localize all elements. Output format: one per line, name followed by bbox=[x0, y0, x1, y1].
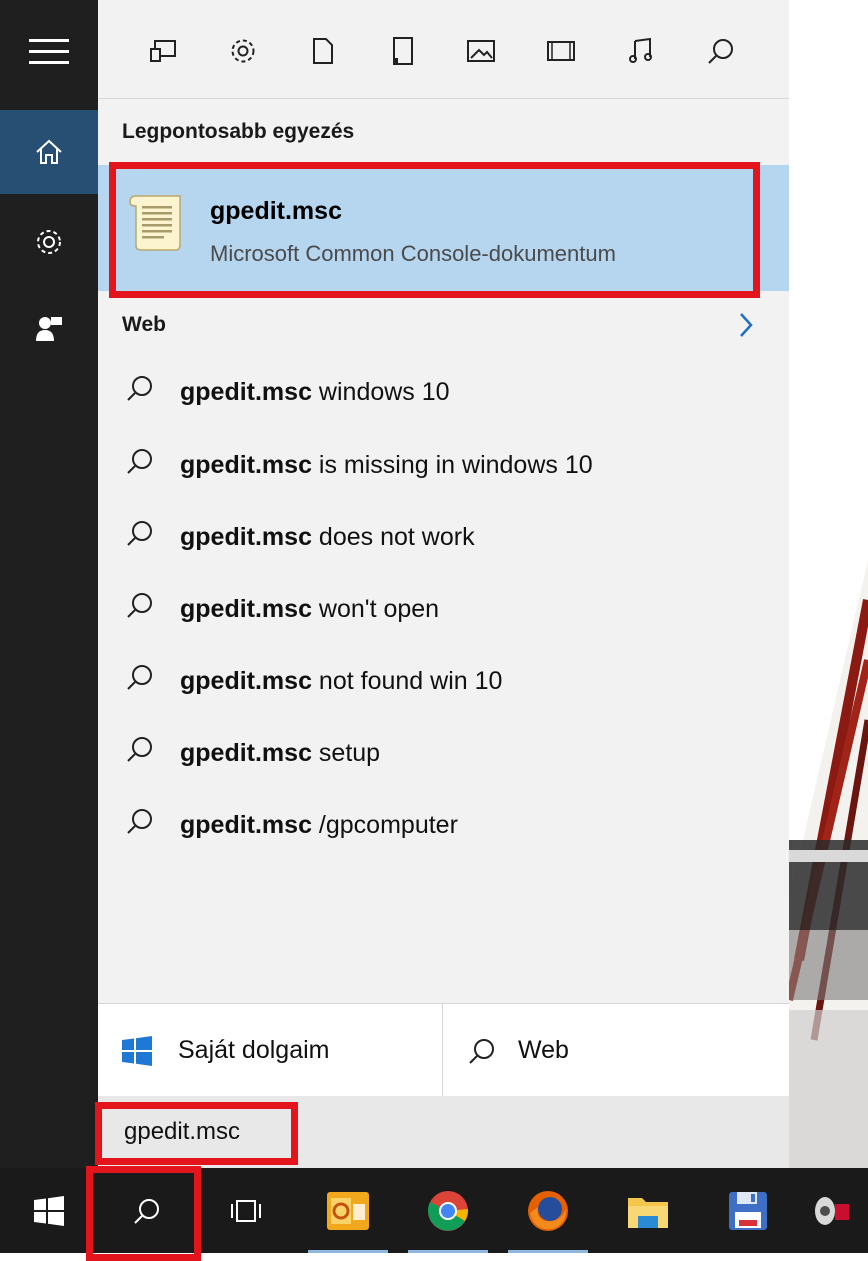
outlook-taskbar-button[interactable] bbox=[298, 1168, 398, 1253]
folders-filter-button[interactable] bbox=[386, 34, 420, 68]
search-icon bbox=[469, 1038, 494, 1064]
web-suggestion[interactable]: gpedit.msc not found win 10 bbox=[98, 645, 789, 717]
scope-bar: Saját dolgaim Web bbox=[98, 1003, 789, 1097]
search-input-value: gpedit.msc bbox=[124, 1118, 241, 1145]
app-icon bbox=[815, 1196, 849, 1225]
web-suggestion[interactable]: gpedit.msc does not work bbox=[98, 501, 789, 573]
photos-filter-button[interactable] bbox=[464, 34, 498, 68]
search-icon bbox=[134, 1198, 159, 1224]
best-match-item[interactable]: gpedit.msc Microsoft Common Console-doku… bbox=[98, 165, 789, 291]
floppy-disk-icon bbox=[729, 1191, 767, 1230]
settings-filter-button[interactable] bbox=[226, 34, 260, 68]
hamburger-icon bbox=[29, 39, 69, 64]
web-suggestion[interactable]: gpedit.msc windows 10 bbox=[98, 356, 789, 428]
windows-logo-icon bbox=[122, 1035, 152, 1066]
web-suggestion[interactable]: gpedit.msc is missing in windows 10 bbox=[98, 429, 789, 501]
scope-divider bbox=[442, 1004, 443, 1097]
folder-icon bbox=[393, 37, 413, 65]
web-suggestion[interactable]: gpedit.msc setup bbox=[98, 717, 789, 789]
desktop-wallpaper bbox=[789, 0, 868, 1168]
music-icon bbox=[629, 37, 652, 63]
search-icon bbox=[127, 449, 152, 474]
my-stuff-button[interactable]: Saját dolgaim bbox=[122, 1004, 442, 1097]
save-app-taskbar-button[interactable] bbox=[698, 1168, 798, 1253]
hamburger-menu-button[interactable] bbox=[0, 10, 98, 94]
file-explorer-taskbar-button[interactable] bbox=[598, 1168, 698, 1253]
chrome-taskbar-button[interactable] bbox=[398, 1168, 498, 1253]
start-button[interactable] bbox=[0, 1168, 98, 1253]
left-rail bbox=[0, 0, 98, 1168]
firefox-icon bbox=[528, 1190, 568, 1231]
filter-toolbar bbox=[98, 0, 789, 99]
scroll-document-icon bbox=[129, 195, 181, 251]
search-icon bbox=[127, 521, 152, 546]
suggestion-text: gpedit.msc setup bbox=[180, 738, 381, 767]
web-scope-label: Web bbox=[518, 1036, 569, 1064]
document-icon bbox=[313, 38, 333, 64]
web-heading: Web bbox=[122, 313, 166, 336]
web-suggestion[interactable]: gpedit.msc won't open bbox=[98, 573, 789, 645]
suggestion-text: gpedit.msc is missing in windows 10 bbox=[180, 450, 593, 479]
music-filter-button[interactable] bbox=[624, 34, 658, 68]
search-panel: Legpontosabb egyezés gpedit.msc Microsof… bbox=[98, 0, 789, 1168]
wallpaper-image bbox=[789, 560, 868, 1168]
app-taskbar-button[interactable] bbox=[798, 1168, 868, 1253]
search-icon bbox=[708, 39, 733, 64]
web-suggestion[interactable]: gpedit.msc /gpcomputer bbox=[98, 789, 789, 861]
home-icon bbox=[36, 139, 62, 164]
suggestion-text: gpedit.msc not found win 10 bbox=[180, 666, 503, 695]
gear-icon bbox=[37, 230, 61, 254]
suggestion-text: gpedit.msc won't open bbox=[180, 594, 440, 623]
task-view-icon bbox=[231, 1199, 261, 1222]
documents-filter-button[interactable] bbox=[306, 34, 340, 68]
videos-filter-button[interactable] bbox=[544, 34, 578, 68]
best-match-heading: Legpontosabb egyezés bbox=[122, 120, 355, 143]
taskbar-search-button[interactable] bbox=[98, 1168, 196, 1253]
chrome-icon bbox=[428, 1190, 469, 1231]
photo-icon bbox=[467, 40, 495, 62]
search-icon bbox=[127, 737, 152, 762]
outlook-icon bbox=[327, 1191, 369, 1230]
apps-filter-button[interactable] bbox=[146, 34, 180, 68]
search-icon bbox=[127, 665, 152, 690]
windows-logo-icon bbox=[34, 1195, 64, 1226]
search-icon bbox=[127, 593, 152, 618]
home-button[interactable] bbox=[0, 110, 98, 194]
suggestion-text: gpedit.msc /gpcomputer bbox=[180, 810, 458, 839]
web-scope-button[interactable]: Web bbox=[468, 1004, 768, 1097]
search-icon bbox=[127, 809, 152, 834]
feedback-icon bbox=[36, 317, 62, 341]
feedback-button[interactable] bbox=[0, 286, 98, 370]
chevron-right-icon[interactable] bbox=[739, 312, 753, 338]
apps-icon bbox=[150, 40, 176, 62]
settings-button[interactable] bbox=[0, 200, 98, 284]
best-match-title: gpedit.msc bbox=[210, 197, 342, 225]
search-icon bbox=[127, 376, 152, 401]
settings-icon bbox=[231, 39, 255, 63]
firefox-taskbar-button[interactable] bbox=[498, 1168, 598, 1253]
suggestion-text: gpedit.msc windows 10 bbox=[180, 377, 450, 406]
folder-icon bbox=[628, 1197, 668, 1228]
best-match-subtitle: Microsoft Common Console-dokumentum bbox=[210, 241, 616, 266]
my-stuff-label: Saját dolgaim bbox=[178, 1036, 330, 1064]
search-input[interactable]: gpedit.msc bbox=[98, 1096, 789, 1168]
taskbar bbox=[0, 1168, 868, 1253]
task-view-button[interactable] bbox=[196, 1168, 296, 1253]
web-filter-button[interactable] bbox=[704, 34, 738, 68]
suggestion-text: gpedit.msc does not work bbox=[180, 522, 475, 551]
video-icon bbox=[547, 41, 575, 61]
